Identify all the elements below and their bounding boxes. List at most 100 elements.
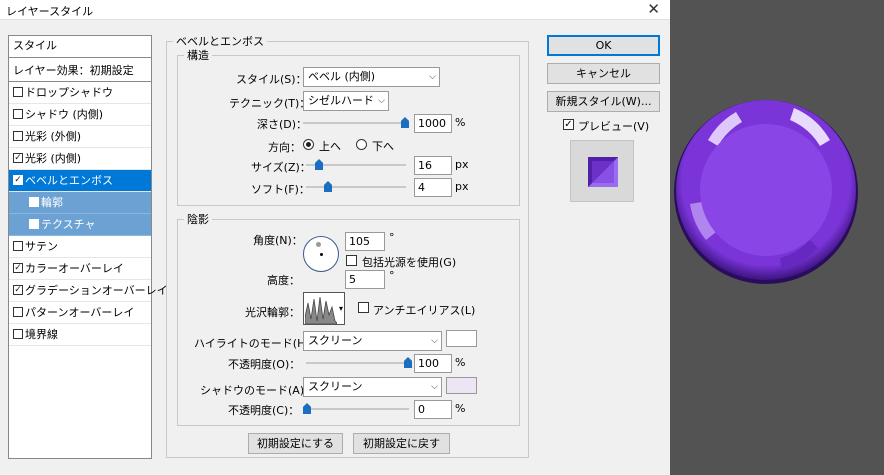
shadow-opacity-slider[interactable]: [303, 403, 409, 415]
style-item[interactable]: 光彩 (外側): [9, 126, 151, 148]
dialog-title: レイヤースタイル: [6, 5, 94, 18]
slider-track: [303, 122, 409, 124]
style-item-checkbox[interactable]: [13, 307, 23, 317]
style-item-label: パターンオーバーレイ: [25, 306, 135, 319]
slider-track: [306, 186, 406, 188]
angle-label: 角度(N)：: [253, 234, 303, 247]
style-item-label: サテン: [25, 240, 58, 253]
style-select-value: ベベル (内側): [308, 70, 376, 83]
depth-unit: %: [455, 116, 466, 129]
slider-thumb[interactable]: [324, 181, 332, 192]
ok-button[interactable]: OK: [547, 35, 660, 56]
technique-label: テクニック(T)：: [229, 97, 311, 110]
highlight-opacity-label: 不透明度(O)：: [228, 358, 301, 371]
technique-select[interactable]: シゼルハード ⌵: [303, 91, 389, 111]
size-input[interactable]: 16: [414, 156, 452, 175]
global-light-checkbox[interactable]: [346, 255, 357, 266]
slider-track: [303, 408, 409, 410]
shadow-mode-label: シャドウのモード(A)：: [200, 384, 316, 397]
soften-unit: px: [455, 180, 469, 193]
style-item[interactable]: パターンオーバーレイ: [9, 302, 151, 324]
style-item[interactable]: サテン: [9, 236, 151, 258]
gloss-contour-label: 光沢輪郭：: [245, 306, 300, 319]
size-slider[interactable]: [306, 159, 406, 171]
styles-header[interactable]: スタイル: [9, 36, 151, 58]
close-icon[interactable]: ✕: [647, 0, 660, 18]
style-item-checkbox[interactable]: ✓: [13, 285, 23, 295]
style-items: ドロップシャドウ シャドウ (内側) 光彩 (外側) ✓ 光彩 (内側) ✓ ベベルとエンボ…: [9, 82, 168, 346]
altitude-label: 高度：: [267, 274, 300, 287]
antialias-label[interactable]: アンチエイリアス(L): [373, 302, 475, 318]
style-item[interactable]: ✓ 光彩 (内側): [9, 148, 151, 170]
style-item-label: シャドウ (内側): [25, 108, 104, 121]
style-item[interactable]: テクスチャ: [9, 214, 151, 236]
reset-default-button[interactable]: 初期設定に戻す: [353, 433, 450, 454]
direction-down-radio[interactable]: [356, 139, 367, 150]
highlight-opacity-slider[interactable]: [306, 357, 412, 369]
slider-thumb[interactable]: [315, 159, 323, 170]
style-item-checkbox[interactable]: [13, 241, 23, 251]
style-item[interactable]: 境界線: [9, 324, 151, 346]
preview-swatch-icon: [588, 157, 618, 187]
style-item-label: テクスチャ: [41, 218, 96, 231]
soften-input[interactable]: 4: [414, 178, 452, 197]
style-select[interactable]: ベベル (内側) ⌵: [303, 67, 440, 87]
size-unit: px: [455, 158, 469, 171]
gloss-contour-picker[interactable]: ▾: [303, 292, 345, 325]
style-item-checkbox[interactable]: [13, 109, 23, 119]
depth-input[interactable]: 1000: [414, 114, 452, 133]
style-item[interactable]: ドロップシャドウ: [9, 82, 151, 104]
slider-thumb[interactable]: [404, 357, 412, 368]
style-item-checkbox[interactable]: [13, 87, 23, 97]
structure-title: 構造: [187, 49, 209, 62]
make-default-button[interactable]: 初期設定にする: [248, 433, 343, 454]
highlight-mode-select[interactable]: スクリーン ⌵: [303, 331, 442, 351]
contour-dropdown-icon[interactable]: ▾: [339, 304, 343, 313]
slider-thumb[interactable]: [401, 117, 409, 128]
cancel-button[interactable]: キャンセル: [547, 63, 660, 84]
chevron-down-icon: ⌵: [431, 382, 438, 392]
altitude-input[interactable]: 5: [345, 270, 385, 289]
angle-dial[interactable]: [303, 236, 339, 272]
contour-thumbnail-icon: [305, 296, 337, 324]
shadow-color-swatch[interactable]: [446, 377, 477, 394]
style-item[interactable]: 輪郭: [9, 192, 151, 214]
layer-style-dialog: レイヤースタイル ✕ スタイル レイヤー効果：初期設定 ドロップシャドウ シャドウ…: [0, 0, 670, 475]
shadow-opacity-unit: %: [455, 402, 466, 415]
preview-label[interactable]: プレビュー(V): [578, 118, 649, 134]
global-light-label[interactable]: 包括光源を使用(G): [362, 254, 456, 270]
style-item-checkbox[interactable]: ✓: [13, 175, 23, 185]
style-item-label: 境界線: [25, 328, 58, 341]
preview-checkbox[interactable]: ✓: [563, 119, 574, 130]
new-style-button[interactable]: 新規スタイル(W)...: [547, 91, 660, 112]
style-item[interactable]: ✓ カラーオーバーレイ: [9, 258, 151, 280]
purple-button-image: [674, 100, 858, 284]
style-item-label: ベベルとエンボス: [25, 174, 113, 187]
style-item[interactable]: ✓ グラデーションオーバーレイ: [9, 280, 168, 302]
style-item-label: ドロップシャドウ: [25, 86, 113, 99]
direction-down-label[interactable]: 下へ: [372, 138, 394, 154]
shadow-mode-select[interactable]: スクリーン ⌵: [303, 377, 442, 397]
style-item-checkbox[interactable]: [29, 219, 39, 229]
depth-slider[interactable]: [303, 117, 409, 129]
slider-thumb[interactable]: [303, 403, 311, 414]
soften-slider[interactable]: [306, 181, 406, 193]
highlight-color-swatch[interactable]: [446, 330, 477, 347]
angle-input[interactable]: 105: [345, 232, 385, 251]
style-item-checkbox[interactable]: [13, 329, 23, 339]
style-item-checkbox[interactable]: [13, 131, 23, 141]
direction-up-label[interactable]: 上へ: [319, 138, 341, 154]
styles-default-item[interactable]: レイヤー効果：初期設定: [9, 60, 151, 82]
style-item-checkbox[interactable]: [29, 197, 39, 207]
slider-track: [306, 362, 412, 364]
antialias-checkbox[interactable]: [358, 302, 369, 313]
style-item-label: 輪郭: [41, 196, 63, 209]
title-bar[interactable]: レイヤースタイル ✕: [0, 0, 670, 20]
style-item-checkbox[interactable]: ✓: [13, 153, 23, 163]
direction-up-radio[interactable]: [303, 139, 314, 150]
style-item-checkbox[interactable]: ✓: [13, 263, 23, 273]
style-item[interactable]: ✓ ベベルとエンボス: [9, 170, 151, 192]
highlight-opacity-input[interactable]: 100: [414, 354, 452, 373]
shadow-opacity-input[interactable]: 0: [414, 400, 452, 419]
style-item[interactable]: シャドウ (内側): [9, 104, 151, 126]
